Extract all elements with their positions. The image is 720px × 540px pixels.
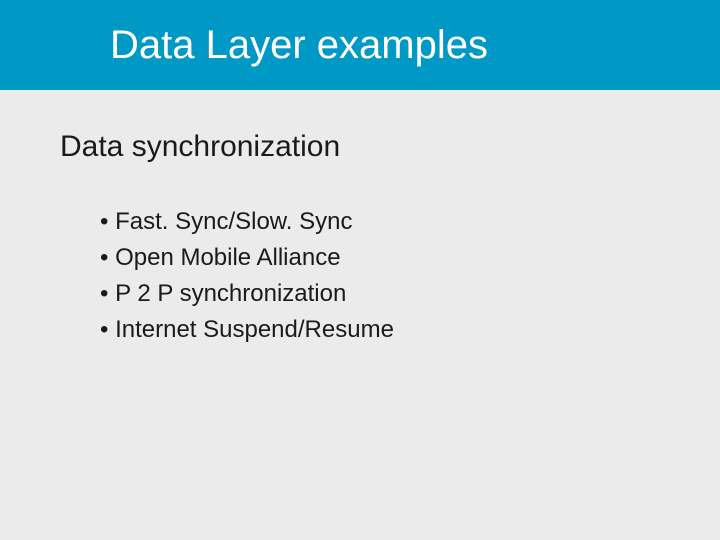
section-subtitle: Data synchronization — [60, 130, 660, 164]
slide-body: Data synchronization • Fast. Sync/Slow. … — [0, 90, 720, 348]
bullet-item: • Internet Suspend/Resume — [100, 312, 660, 348]
bullet-item: • Open Mobile Alliance — [100, 240, 660, 276]
slide-title: Data Layer examples — [110, 23, 488, 68]
bullet-item: • P 2 P synchronization — [100, 276, 660, 312]
bullet-item: • Fast. Sync/Slow. Sync — [100, 204, 660, 240]
slide-header: Data Layer examples — [0, 0, 720, 90]
bullet-list: • Fast. Sync/Slow. Sync • Open Mobile Al… — [60, 204, 660, 348]
